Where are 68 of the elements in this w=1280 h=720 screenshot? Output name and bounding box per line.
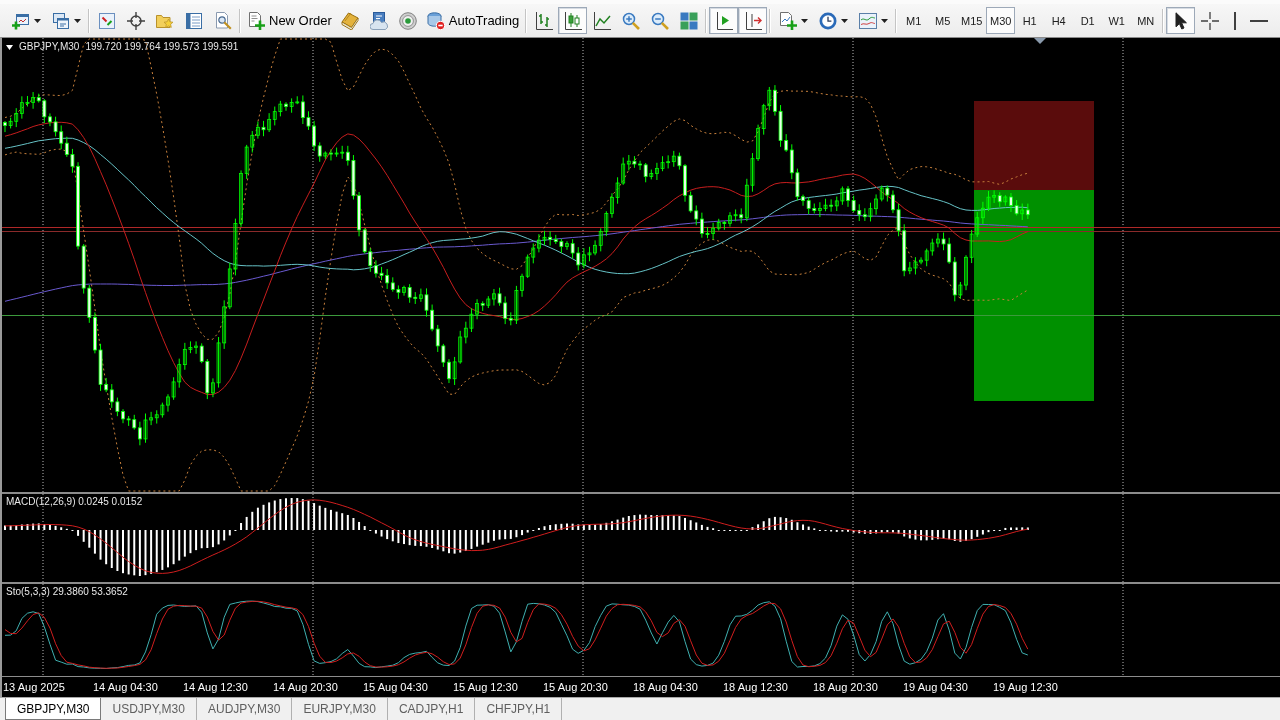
horizontal-line-icon bbox=[1250, 19, 1269, 22]
time-label: 18 Aug 20:30 bbox=[813, 680, 879, 695]
time-label: 19 Aug 04:30 bbox=[903, 680, 969, 695]
dropdown-caret-icon bbox=[800, 18, 808, 23]
crosshair-icon bbox=[1200, 11, 1219, 30]
zoom-in-icon bbox=[621, 11, 640, 30]
time-label: 18 Aug 12:30 bbox=[723, 680, 789, 695]
tile-windows-icon bbox=[679, 11, 698, 30]
chart-tab[interactable]: AUDJPY,M30 bbox=[196, 698, 293, 720]
stop-badge-icon bbox=[426, 11, 445, 30]
line-chart-icon bbox=[592, 11, 611, 30]
macd-label: MACD(12,26,9) 0.0245 0.0152 bbox=[6, 496, 143, 508]
timeframe-button[interactable]: M15 bbox=[957, 7, 987, 34]
timeframe-button[interactable]: H4 bbox=[1044, 7, 1074, 34]
candlestick-icon bbox=[563, 11, 582, 30]
cloud-window-icon bbox=[370, 11, 389, 30]
new-chart-icon bbox=[11, 11, 30, 30]
chart-tab[interactable]: GBPJPY,M30 bbox=[5, 698, 102, 720]
timeframe-button[interactable]: M5 bbox=[928, 7, 958, 34]
time-label: 15 Aug 20:30 bbox=[543, 680, 609, 695]
chart-shift-icon bbox=[714, 11, 733, 30]
timeframe-button[interactable]: D1 bbox=[1073, 7, 1103, 34]
templates-icon bbox=[858, 11, 877, 30]
order-document-icon bbox=[247, 11, 265, 30]
dropdown-caret-icon bbox=[840, 18, 848, 23]
price-quote: 199.720 199.764 199.573 199.591 bbox=[85, 41, 239, 53]
chart-tab[interactable]: USDJPY,M30 bbox=[101, 698, 197, 720]
timeframe-button[interactable]: W1 bbox=[1102, 7, 1132, 34]
chart-symbol: GBPJPY,M30 bbox=[19, 41, 80, 53]
toolbar-button[interactable]: AutoTrading bbox=[422, 7, 524, 34]
time-label: 15 Aug 04:30 bbox=[363, 680, 429, 695]
arrows-window-icon bbox=[97, 11, 116, 30]
time-label: 18 Aug 04:30 bbox=[633, 680, 699, 695]
time-label: 13 Aug 2025 bbox=[3, 680, 66, 695]
dropdown-caret-icon bbox=[33, 18, 41, 23]
timeframe-button[interactable]: MN bbox=[1131, 7, 1161, 34]
toolbar-button[interactable] bbox=[738, 7, 768, 34]
stochastic-label: Sto(5,3,3) 29.3860 53.3652 bbox=[6, 586, 128, 598]
toolbar-button[interactable] bbox=[709, 7, 739, 34]
toolbar-button[interactable] bbox=[558, 7, 588, 34]
book-icon bbox=[341, 11, 360, 30]
time-label: 14 Aug 12:30 bbox=[183, 680, 249, 695]
magnifier-document-icon bbox=[213, 11, 232, 30]
toolbar-button[interactable] bbox=[1166, 7, 1196, 34]
chart-tab[interactable]: CADJPY,H1 bbox=[387, 698, 476, 720]
time-label: 14 Aug 04:30 bbox=[93, 680, 159, 695]
panel-window-icon bbox=[184, 11, 203, 30]
caret-icon[interactable] bbox=[6, 44, 13, 50]
target-icon bbox=[126, 11, 145, 30]
profiles-icon bbox=[51, 11, 70, 30]
dropdown-caret-icon bbox=[73, 18, 81, 23]
auto-scroll-icon bbox=[743, 11, 762, 30]
time-label: 14 Aug 20:30 bbox=[273, 680, 339, 695]
timeframe-button[interactable]: M30 bbox=[986, 7, 1016, 34]
timeframe-button[interactable]: H1 bbox=[1015, 7, 1045, 34]
signal-rings-icon bbox=[399, 11, 418, 30]
time-label: 15 Aug 12:30 bbox=[453, 680, 519, 695]
clock-icon bbox=[818, 11, 837, 30]
time-label: 19 Aug 12:30 bbox=[993, 680, 1059, 695]
bar-chart-icon bbox=[534, 11, 553, 30]
timeframe-button[interactable]: M1 bbox=[899, 7, 929, 34]
zoom-out-icon bbox=[650, 11, 669, 30]
chart-tab[interactable]: EURJPY,M30 bbox=[292, 698, 388, 720]
toolbar-button[interactable]: New Order bbox=[243, 7, 336, 34]
dropdown-caret-icon bbox=[880, 18, 888, 23]
vertical-line-icon bbox=[1234, 11, 1237, 30]
indicators-icon bbox=[778, 11, 797, 30]
chart-tab[interactable]: CHFJPY,H1 bbox=[475, 698, 563, 720]
